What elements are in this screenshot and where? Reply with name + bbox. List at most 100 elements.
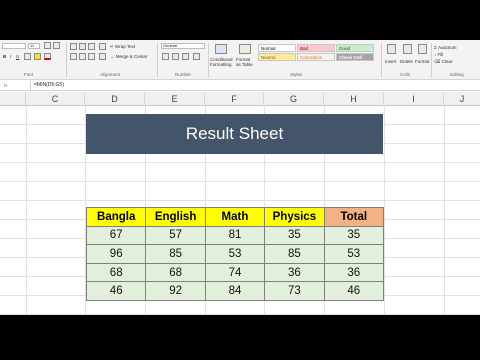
conditional-formatting-icon[interactable] — [215, 44, 227, 54]
table-cell[interactable]: 53 — [323, 244, 384, 264]
format-button[interactable]: Format — [415, 59, 429, 64]
delete-icon[interactable] — [403, 44, 412, 54]
style-neutral[interactable]: Neutral — [258, 53, 296, 61]
group-label-cells: Cells — [400, 72, 411, 77]
table-cell[interactable]: 68 — [145, 262, 206, 283]
select-all-corner[interactable] — [0, 92, 26, 106]
style-bad[interactable]: Bad — [297, 44, 335, 52]
merge-center-button[interactable]: ↔ Merge & Center — [110, 54, 148, 59]
delete-button[interactable]: Delete — [400, 59, 413, 64]
format-as-table-button[interactable]: Format as Table — [236, 57, 256, 67]
increase-font-icon[interactable] — [44, 42, 51, 49]
table-cell[interactable]: 46 — [323, 281, 384, 301]
underline-button[interactable]: U — [16, 54, 19, 59]
insert-button[interactable]: Insert — [385, 59, 396, 64]
table-row: 67 57 81 35 35 — [85, 225, 384, 246]
wrap-text-button[interactable]: ↵ Wrap Text — [110, 44, 135, 50]
column-header-e[interactable]: E — [145, 92, 205, 106]
column-header-j[interactable]: J — [444, 92, 480, 106]
style-check-cell[interactable]: Check Cell — [336, 53, 374, 61]
column-header-g[interactable]: G — [264, 92, 324, 106]
conditional-formatting-button[interactable]: Conditional Formatting — [210, 57, 234, 67]
table-header-row: Bangla English Math Physics Total — [85, 207, 384, 227]
insert-icon[interactable] — [387, 44, 396, 54]
table-cell[interactable]: 46 — [85, 281, 147, 301]
align-middle-icon[interactable] — [79, 43, 86, 50]
table-cell[interactable]: 96 — [85, 244, 147, 264]
table-row: 68 68 74 36 36 — [85, 262, 384, 283]
table-cell[interactable]: 67 — [85, 225, 147, 246]
fill-button[interactable]: ↓ Fill — [434, 52, 443, 57]
fx-icon[interactable]: fx — [4, 83, 8, 88]
orientation-icon[interactable] — [99, 43, 106, 50]
group-label-number: Number — [175, 72, 192, 77]
table-cell[interactable]: 92 — [145, 281, 206, 301]
header-bangla[interactable]: Bangla — [85, 207, 147, 227]
number-format-dropdown[interactable]: General — [161, 43, 205, 49]
column-header-i[interactable]: I — [384, 92, 444, 106]
header-english[interactable]: English — [145, 207, 206, 227]
group-separator — [157, 43, 158, 77]
result-table: Bangla English Math Physics Total 67 57 … — [85, 207, 384, 301]
column-header-c[interactable]: C — [26, 92, 85, 106]
group-separator — [431, 43, 432, 77]
italic-button[interactable]: I — [10, 54, 11, 59]
table-cell[interactable]: 36 — [323, 262, 384, 283]
align-right-icon[interactable] — [88, 53, 95, 60]
font-name-box[interactable] — [2, 43, 26, 49]
table-cell[interactable]: 35 — [323, 225, 384, 246]
decimal-icon[interactable] — [193, 53, 200, 60]
table-cell[interactable]: 57 — [145, 225, 206, 246]
table-cell[interactable]: 35 — [264, 225, 325, 246]
bold-button[interactable]: B — [3, 54, 6, 59]
table-cell[interactable]: 73 — [264, 281, 325, 301]
indent-icon[interactable] — [99, 53, 106, 60]
table-cell[interactable]: 74 — [204, 262, 266, 283]
column-header-f[interactable]: F — [205, 92, 264, 106]
clear-button[interactable]: ⌫ Clear — [434, 59, 452, 65]
align-center-icon[interactable] — [79, 53, 86, 60]
style-normal[interactable]: Normal — [258, 44, 296, 52]
formula-bar[interactable]: fx =MIN(D5:G5) — [0, 80, 480, 91]
style-calculation[interactable]: Calculation — [297, 53, 335, 61]
gridline — [0, 162, 480, 163]
table-row: 96 85 53 85 53 — [85, 244, 384, 264]
fill-color-icon[interactable] — [34, 53, 41, 60]
align-top-icon[interactable] — [70, 43, 77, 50]
table-cell[interactable]: 36 — [264, 262, 325, 283]
group-separator — [208, 43, 209, 77]
currency-icon[interactable] — [162, 53, 169, 60]
column-header-d[interactable]: D — [85, 92, 145, 106]
borders-icon[interactable] — [24, 53, 31, 60]
comma-icon[interactable] — [182, 53, 189, 60]
table-cell[interactable]: 84 — [204, 281, 266, 301]
font-color-icon[interactable] — [44, 53, 51, 60]
result-sheet-title[interactable]: Result Sheet — [86, 114, 383, 154]
header-physics[interactable]: Physics — [264, 207, 325, 227]
align-bottom-icon[interactable] — [88, 43, 95, 50]
table-cell[interactable]: 53 — [204, 244, 266, 264]
group-label-styles: Styles — [290, 72, 303, 77]
gridline — [26, 106, 27, 315]
table-cell[interactable]: 81 — [204, 225, 266, 246]
group-label-alignment: Alignment — [100, 72, 121, 77]
gridline — [0, 314, 480, 315]
align-left-icon[interactable] — [70, 53, 77, 60]
percent-icon[interactable] — [172, 53, 179, 60]
table-cell[interactable]: 85 — [145, 244, 206, 264]
column-header-h[interactable]: H — [324, 92, 384, 106]
format-icon[interactable] — [418, 44, 427, 54]
header-total[interactable]: Total — [323, 207, 384, 227]
excel-window: 11 B I U Font ↵ Wrap Text ↔ Merge & Cent… — [0, 40, 480, 315]
group-separator — [381, 43, 382, 77]
decrease-font-icon[interactable] — [53, 42, 60, 49]
header-math[interactable]: Math — [204, 207, 266, 227]
autosum-button[interactable]: Σ AutoSum — [434, 45, 457, 50]
formula-text[interactable]: =MIN(D5:G5) — [34, 82, 64, 88]
table-cell[interactable]: 68 — [85, 262, 147, 283]
table-cell[interactable]: 85 — [264, 244, 325, 264]
gridline — [0, 200, 480, 201]
format-as-table-icon[interactable] — [239, 44, 251, 54]
font-size-box[interactable]: 11 — [28, 43, 40, 49]
style-good[interactable]: Good — [336, 44, 374, 52]
